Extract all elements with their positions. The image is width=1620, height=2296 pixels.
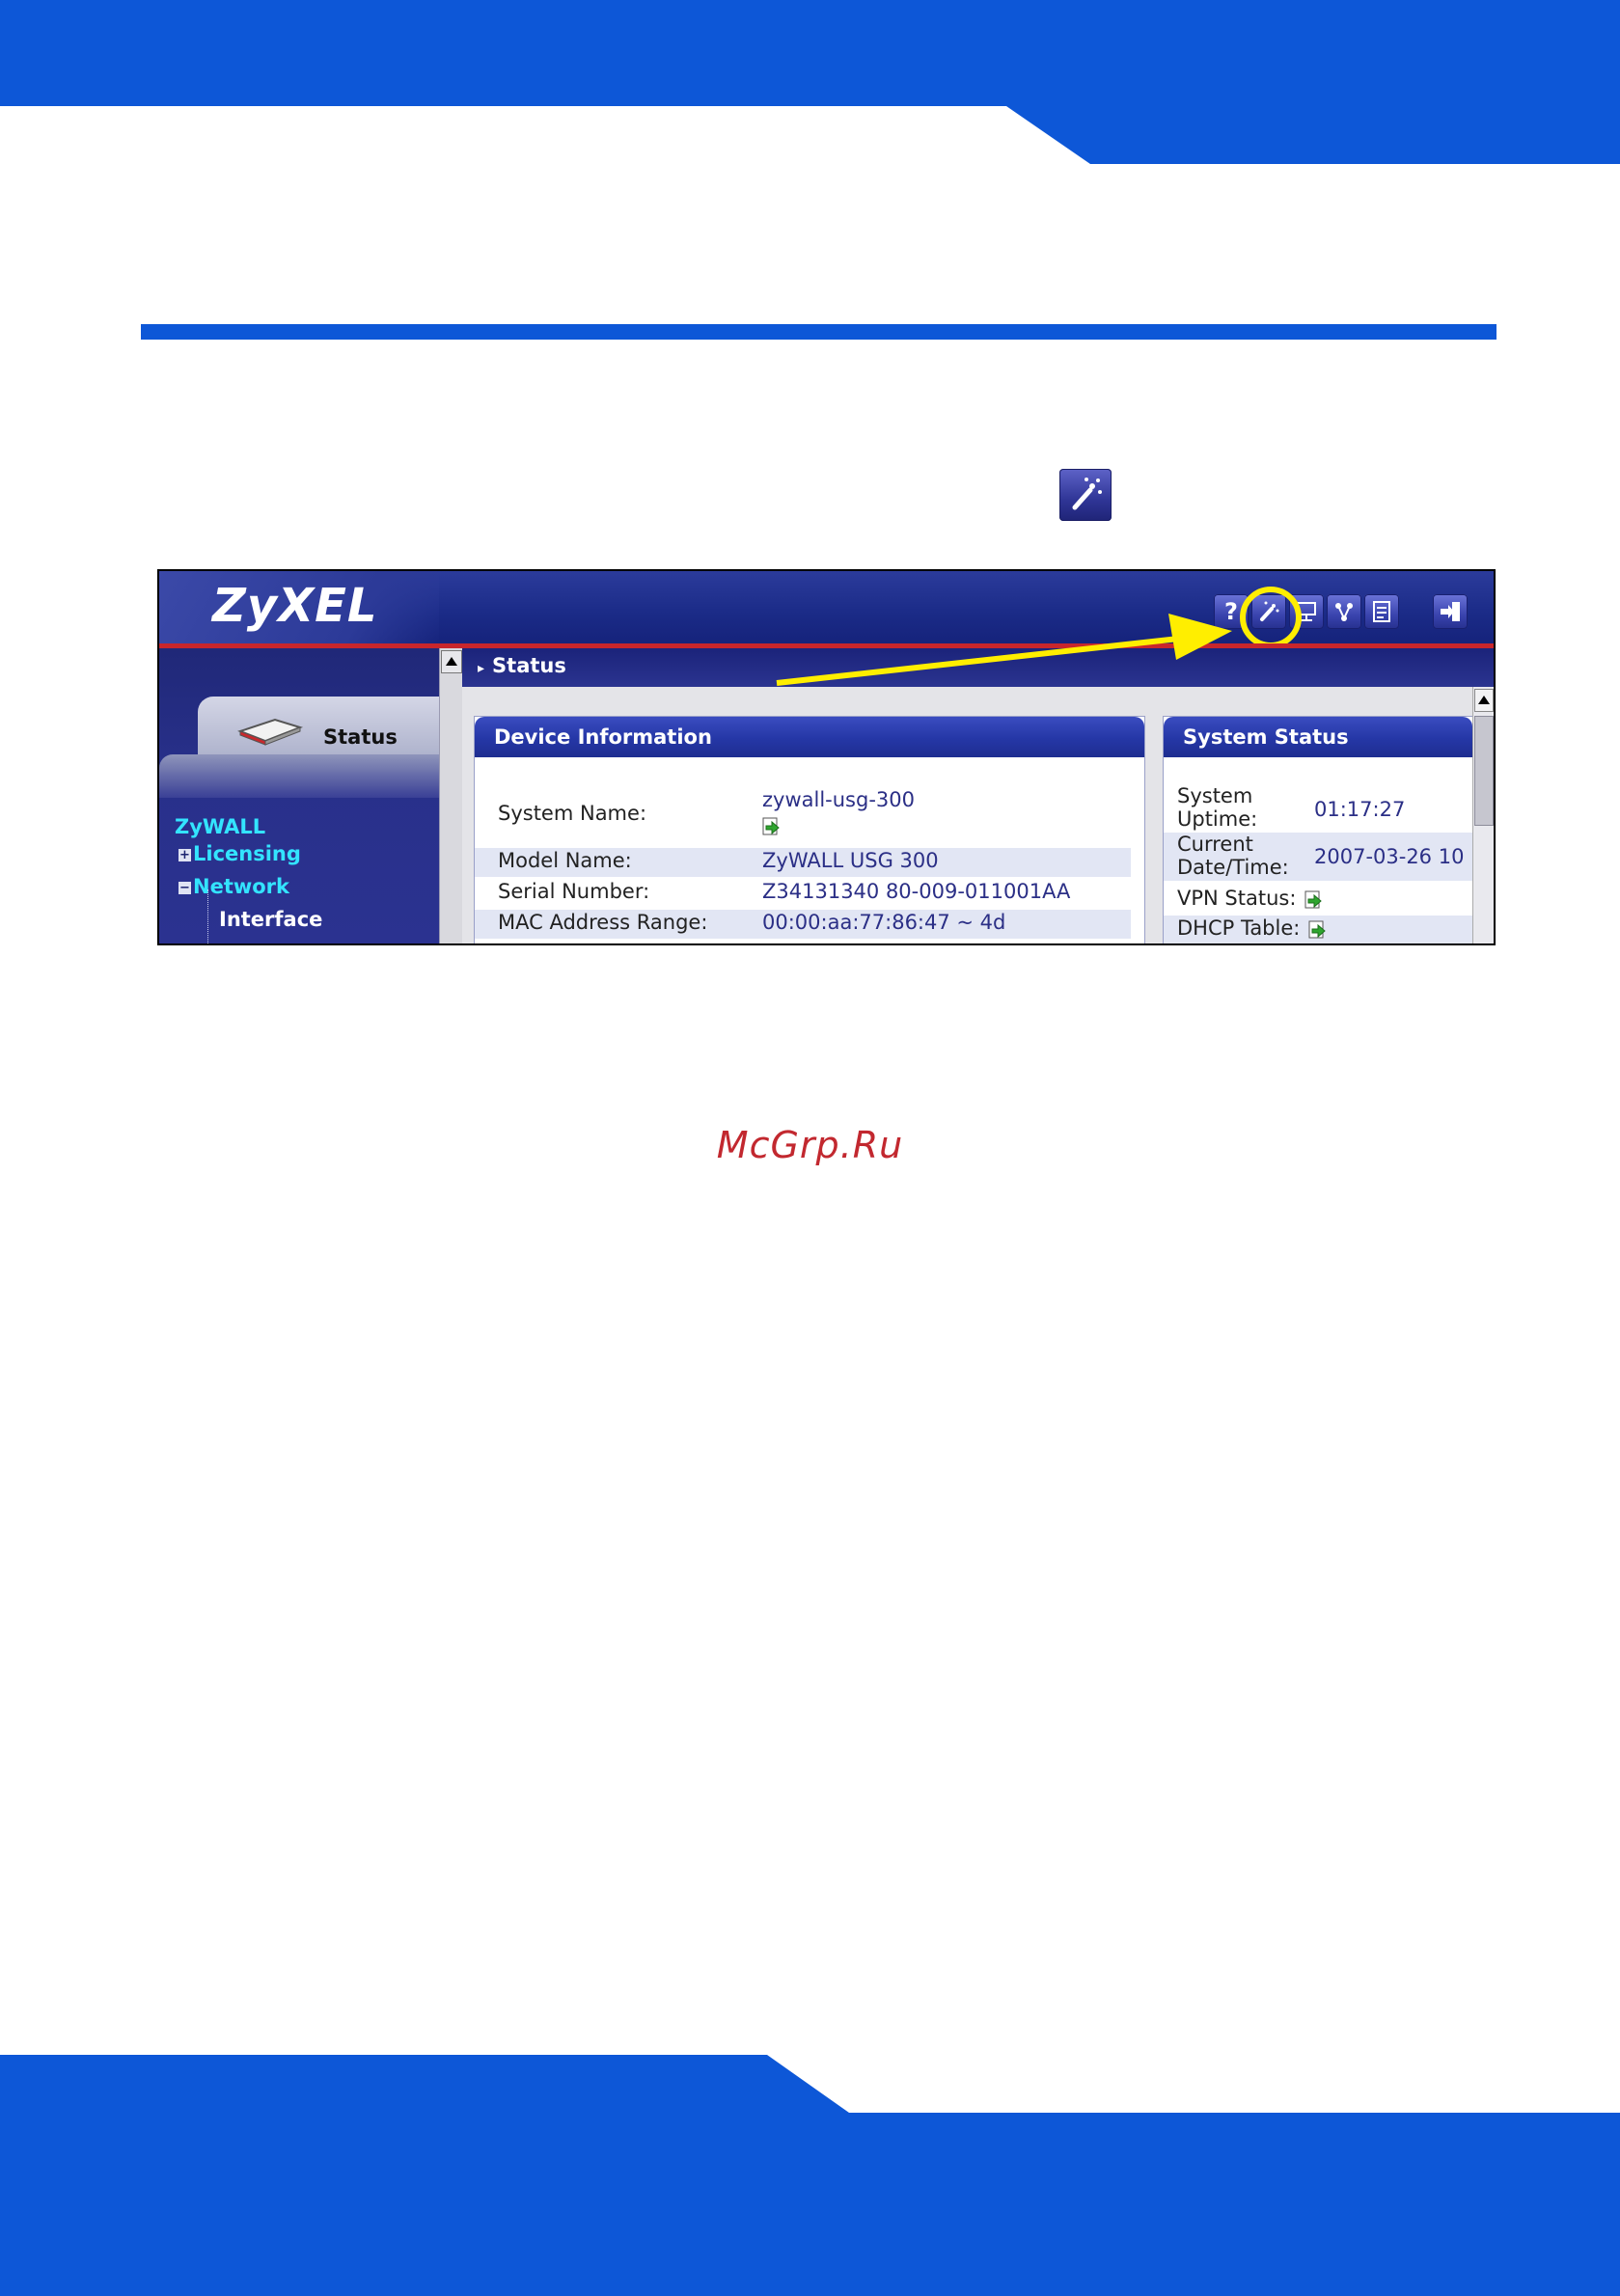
watermark: McGrp.Ru bbox=[716, 1124, 904, 1166]
bottom-banner bbox=[0, 2055, 1620, 2296]
wizard-icon bbox=[1059, 469, 1112, 521]
top-banner bbox=[0, 0, 1620, 164]
section-rule bbox=[141, 324, 1496, 340]
pointer-arrow bbox=[776, 614, 1232, 686]
web-configurator-screenshot: ZyXEL ? Status ZyWALL + Licensing − Netw… bbox=[157, 569, 1496, 945]
